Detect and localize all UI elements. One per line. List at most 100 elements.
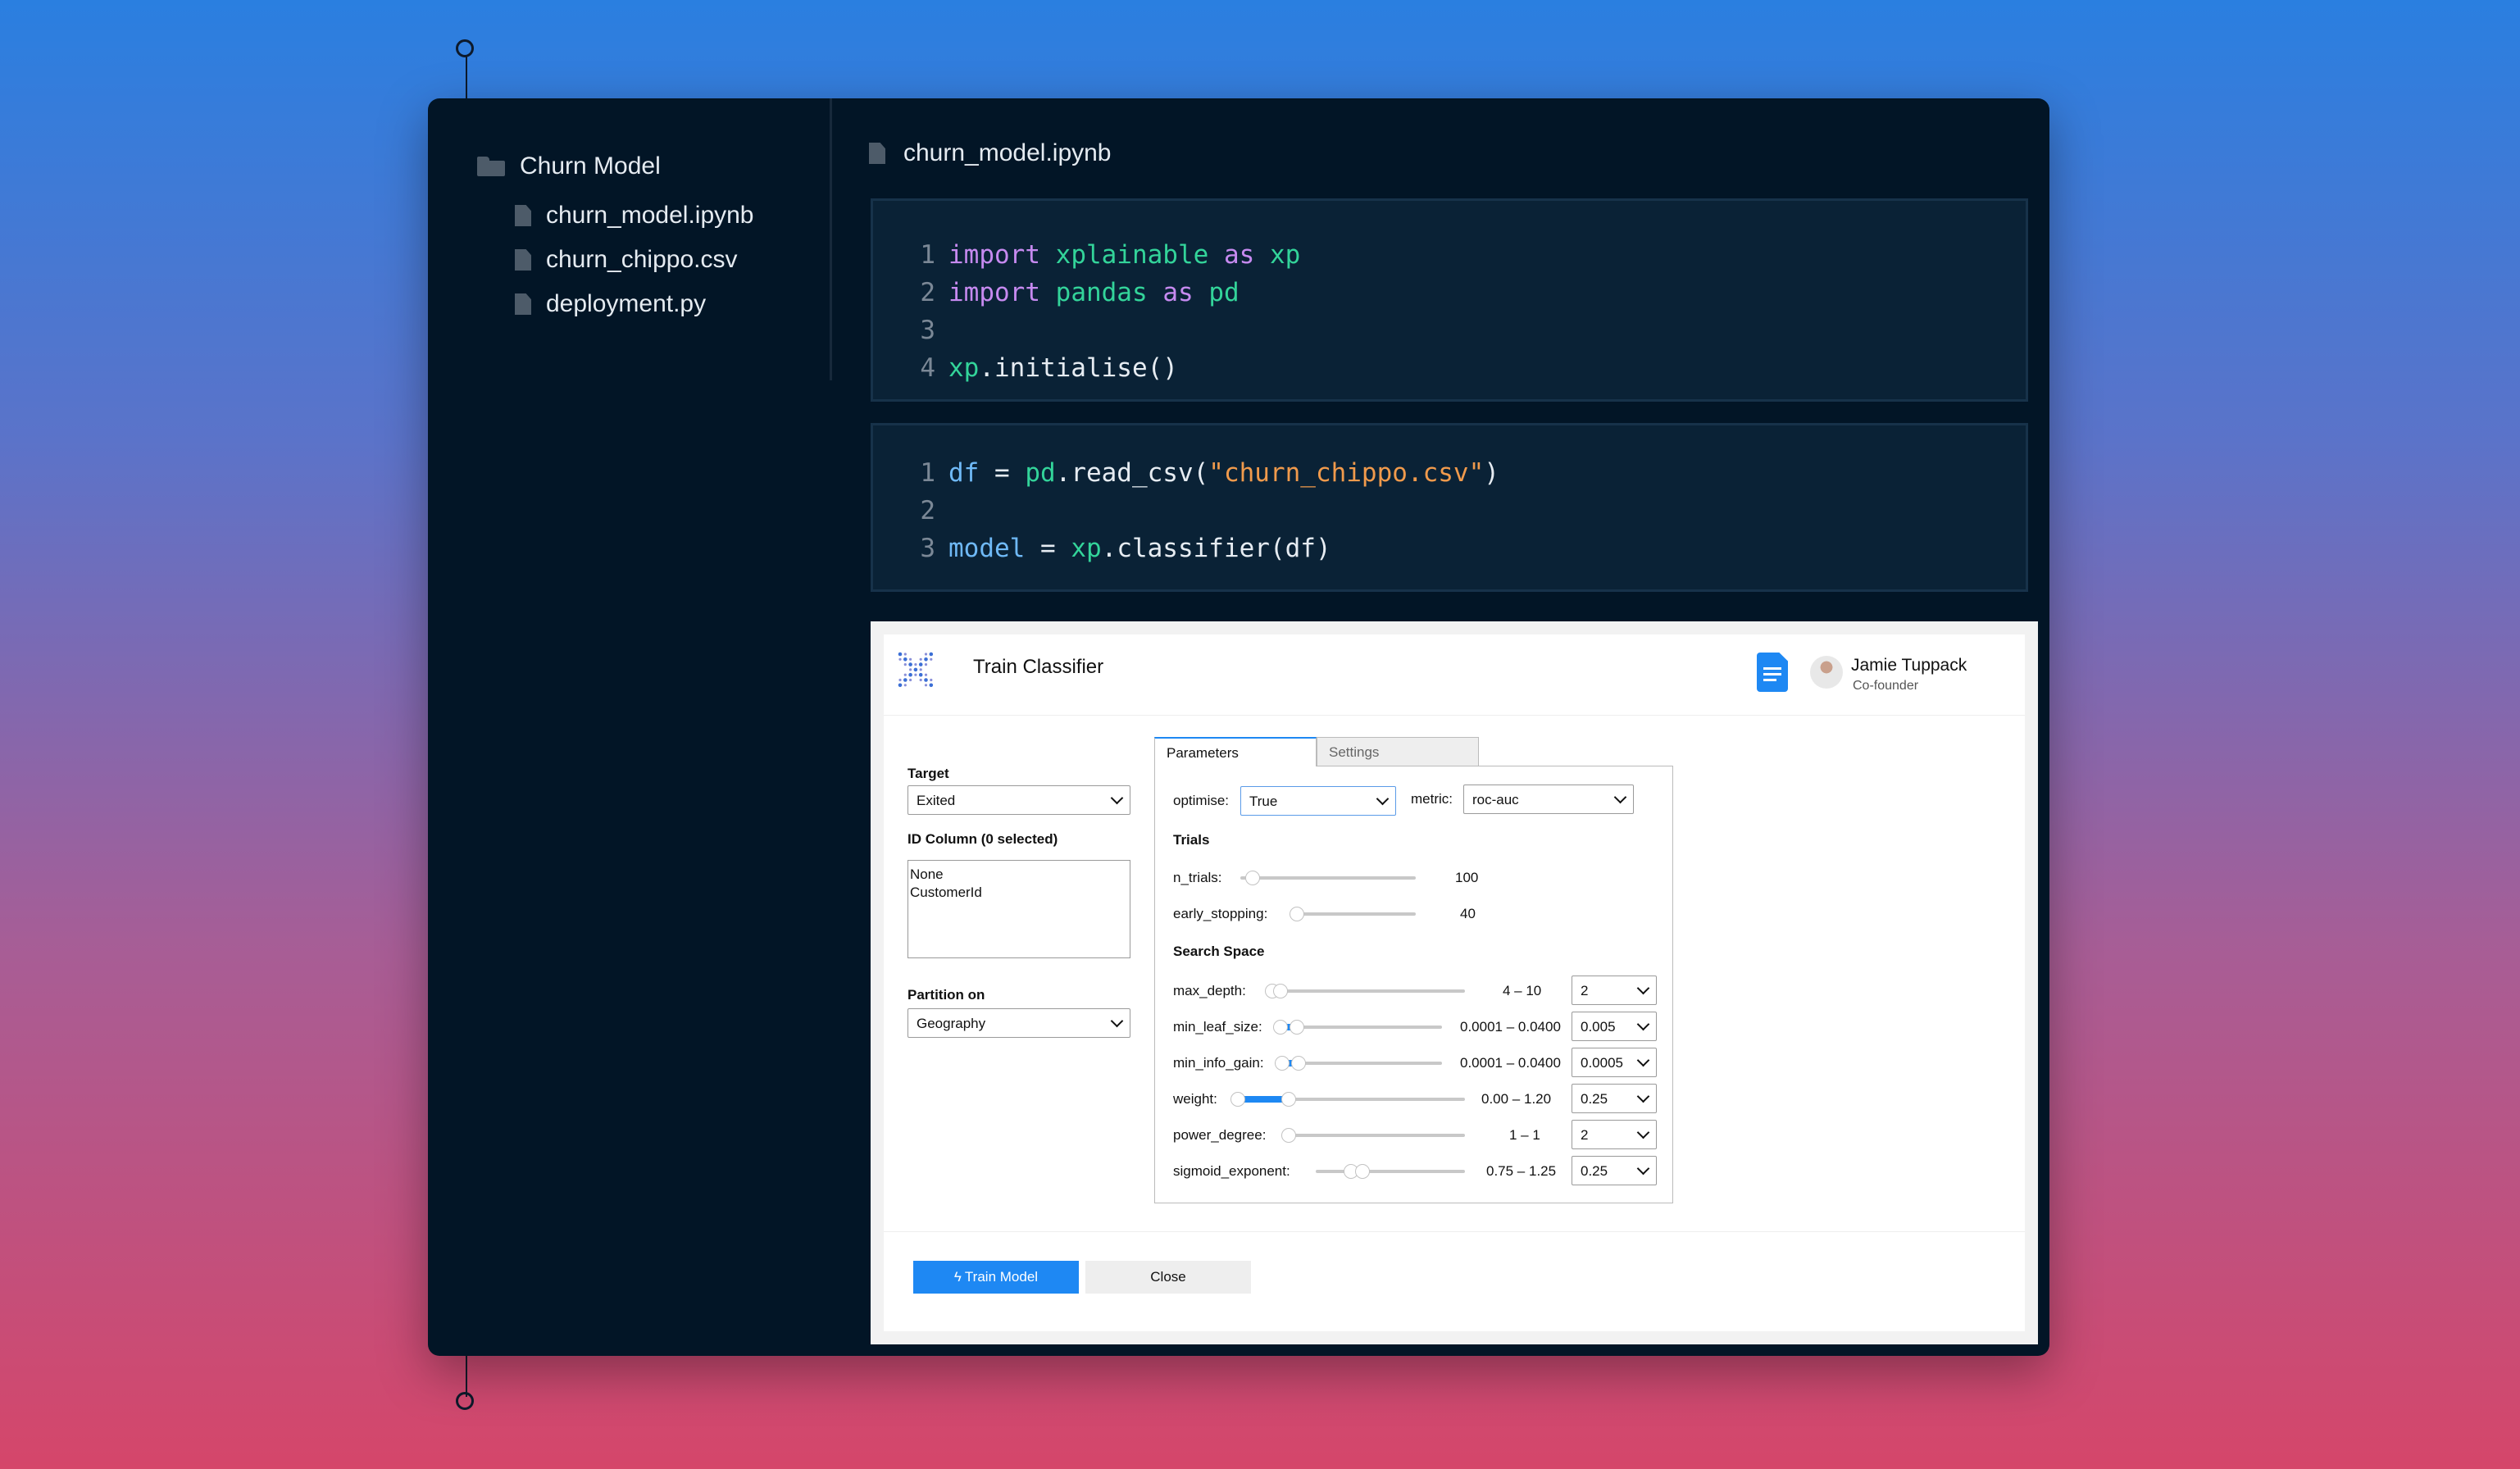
power-degree-slider[interactable] [1288,1134,1465,1137]
file-churn-chippo-csv[interactable]: churn_chippo.csv [515,246,737,274]
code-token: xp [1269,240,1301,270]
code-cell-1[interactable]: 1 import xplainable as xp 2 import pandas a… [871,198,2028,402]
sigmoid-exponent-slider[interactable] [1316,1170,1465,1173]
code-line[interactable]: 3 model = xp .classifier(df) [873,534,1331,563]
weight-label: weight: [1173,1091,1217,1107]
code-token: = [979,458,1026,488]
header-divider [884,715,2025,716]
tab-parameters[interactable]: Parameters [1154,737,1317,766]
early-stopping-value: 40 [1460,906,1476,921]
id-column-listbox[interactable]: None CustomerId [907,860,1130,958]
code-token: = [1025,534,1071,563]
bottom-pin-circle [456,1392,474,1410]
weight-step-select[interactable]: 0.25 [1572,1084,1657,1113]
notebook-window: Churn Model churn_model.ipynb churn_chip… [428,98,2049,1356]
top-pin-line [466,56,467,100]
target-label: Target [907,766,949,781]
target-select[interactable]: Exited [907,785,1130,815]
folder-label: Churn Model [520,152,661,180]
code-line[interactable]: 4 xp .initialise() [873,353,1178,383]
power-degree-slider-handle[interactable] [1281,1128,1296,1143]
folder-icon [477,157,505,176]
code-line[interactable]: 1 df = pd .read_csv("churn_chippo.csv") [873,458,1499,488]
sigmoid-exponent-step-select[interactable]: 0.25 [1572,1156,1657,1185]
bolt-icon: ϟ [953,1269,962,1285]
chevron-down-icon [1636,1053,1650,1067]
code-line[interactable]: 3 [873,316,948,345]
early-stopping-slider-handle[interactable] [1290,907,1304,921]
min-info-gain-step-select[interactable]: 0.0005 [1572,1048,1657,1077]
max-depth-slider[interactable] [1276,989,1465,993]
min-leaf-size-label: min_leaf_size: [1173,1019,1262,1035]
code-cell-2[interactable]: 1 df = pd .read_csv("churn_chippo.csv") 2 3 m… [871,423,2028,592]
chevron-down-icon [1636,1162,1650,1176]
folder-churn-model[interactable]: Churn Model [477,152,661,180]
sigmoid-exponent-slider-max-handle[interactable] [1355,1164,1370,1179]
weight-slider-max-handle[interactable] [1281,1092,1296,1107]
code-line[interactable]: 2 import pandas as pd [873,278,1240,307]
xplainable-logo-icon [898,652,934,688]
target-value: Exited [917,793,956,808]
line-number: 4 [920,353,935,383]
metric-label: metric: [1411,791,1453,807]
optimise-select[interactable]: True [1240,786,1396,816]
min-info-gain-slider-max-handle[interactable] [1291,1056,1306,1071]
user-name: Jamie Tuppack [1851,656,1967,675]
max-depth-slider-max-handle[interactable] [1273,984,1288,998]
min-info-gain-label: min_info_gain: [1173,1055,1264,1071]
file-label: churn_chippo.csv [546,246,738,273]
id-option-customerid[interactable]: CustomerId [910,884,1128,902]
code-token: df [948,458,980,488]
sigmoid-exponent-range: 0.75 – 1.25 [1486,1163,1557,1179]
chevron-down-icon [1636,1089,1650,1103]
code-token: xp [1071,534,1102,563]
file-churn-model-ipynb[interactable]: churn_model.ipynb [515,202,754,230]
max-depth-step-value: 2 [1581,983,1589,998]
code-token: as [1223,240,1255,270]
min-info-gain-slider-min-handle[interactable] [1275,1056,1290,1071]
min-leaf-size-slider-max-handle[interactable] [1290,1020,1304,1035]
code-token: ) [1484,458,1499,488]
code-line[interactable]: 1 import xplainable as xp [873,240,1300,270]
docs-icon[interactable] [1757,653,1788,692]
file-deployment-py[interactable]: deployment.py [515,290,706,318]
train-model-button[interactable]: ϟ Train Model [913,1261,1079,1294]
min-leaf-size-slider-min-handle[interactable] [1273,1020,1288,1035]
train-classifier-widget: Train Classifier Jamie Tuppack Co-founde… [871,621,2038,1344]
code-line[interactable]: 2 [873,496,948,525]
line-number: 1 [920,240,935,270]
line-number: 3 [920,534,935,563]
footer-divider [884,1231,2025,1232]
partition-select[interactable]: Geography [907,1008,1130,1038]
id-option-none[interactable]: None [910,866,1128,884]
n-trials-label: n_trials: [1173,870,1222,885]
open-file-header: churn_model.ipynb [869,139,1112,167]
code-token: pandas [1055,278,1148,307]
weight-slider-min-handle[interactable] [1230,1092,1245,1107]
max-depth-step-select[interactable]: 2 [1572,976,1657,1005]
code-token: pd [1208,278,1240,307]
weight-range: 0.00 – 1.20 [1481,1091,1552,1107]
early-stopping-slider[interactable] [1299,912,1416,916]
line-number: 3 [920,316,935,345]
tab-settings[interactable]: Settings [1317,737,1479,766]
parameters-panel: optimise: True metric: roc-auc Trials n_… [1154,766,1673,1203]
min-leaf-size-step-select[interactable]: 0.005 [1572,1012,1657,1041]
line-number: 2 [920,496,935,525]
chevron-down-icon [1376,792,1390,806]
code-token: as [1162,278,1194,307]
n-trials-slider[interactable] [1240,876,1416,880]
min-leaf-size-step-value: 0.005 [1581,1019,1616,1035]
code-token: .initialise() [979,353,1178,383]
search-space-heading: Search Space [1173,944,1265,959]
power-degree-step-select[interactable]: 2 [1572,1120,1657,1149]
file-icon [515,249,531,271]
power-degree-range: 1 – 1 [1509,1127,1540,1143]
n-trials-value: 100 [1455,870,1479,885]
open-file-name: churn_model.ipynb [903,139,1112,166]
n-trials-slider-handle[interactable] [1245,871,1260,885]
close-button[interactable]: Close [1085,1261,1251,1294]
max-depth-label: max_depth: [1173,983,1246,998]
metric-select[interactable]: roc-auc [1463,785,1634,814]
